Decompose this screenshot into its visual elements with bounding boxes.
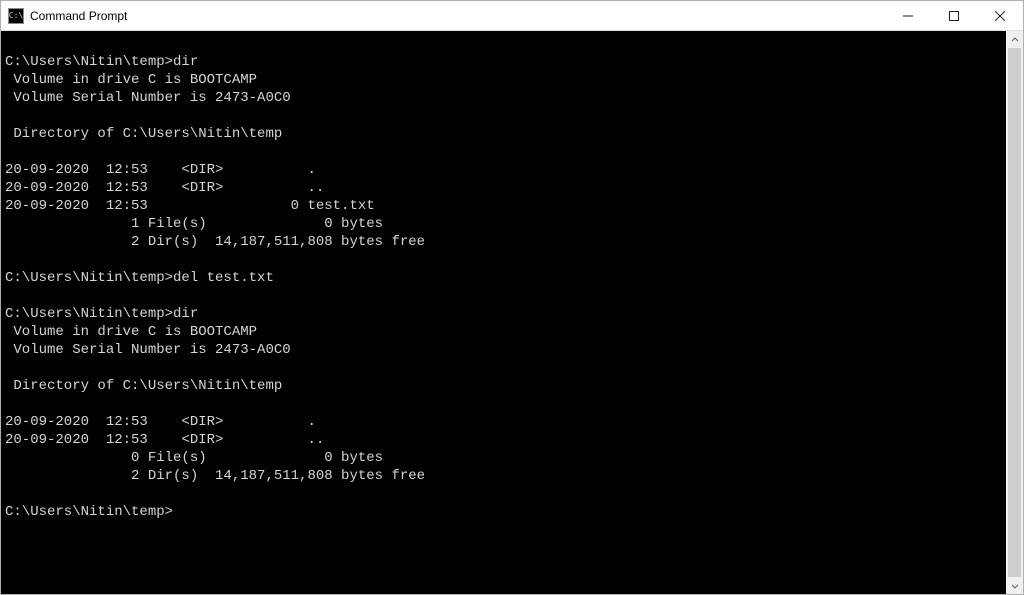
scroll-down-button[interactable] bbox=[1006, 577, 1023, 594]
command-prompt-window: C:\ Command Prompt C:\Users\Nitin\temp>d… bbox=[0, 0, 1024, 595]
scrollbar-thumb[interactable] bbox=[1008, 48, 1021, 577]
close-button[interactable] bbox=[977, 1, 1023, 31]
app-icon: C:\ bbox=[8, 8, 24, 24]
scrollbar-track[interactable] bbox=[1006, 48, 1023, 577]
client-area: C:\Users\Nitin\temp>dir Volume in drive … bbox=[1, 31, 1023, 594]
terminal-output[interactable]: C:\Users\Nitin\temp>dir Volume in drive … bbox=[1, 31, 1006, 594]
minimize-button[interactable] bbox=[885, 1, 931, 31]
scroll-up-button[interactable] bbox=[1006, 31, 1023, 48]
maximize-button[interactable] bbox=[931, 1, 977, 31]
titlebar[interactable]: C:\ Command Prompt bbox=[1, 1, 1023, 31]
window-title: Command Prompt bbox=[30, 9, 127, 23]
vertical-scrollbar[interactable] bbox=[1006, 31, 1023, 594]
